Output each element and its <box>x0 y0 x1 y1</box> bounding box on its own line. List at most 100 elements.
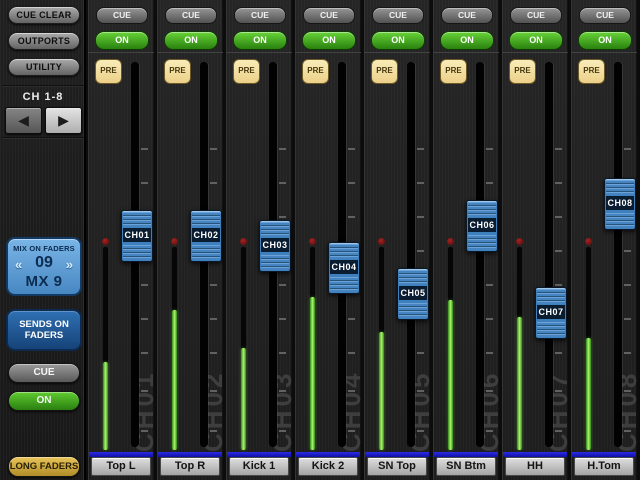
fader-tick <box>210 182 217 184</box>
channel-bank-label: CH 1-8 <box>22 91 64 103</box>
fader-scale <box>571 0 637 480</box>
fader-tick <box>279 148 286 150</box>
fader-cap[interactable]: CH05 <box>397 268 429 320</box>
fader-cap-ridges <box>399 303 427 318</box>
utility-button[interactable]: UTILITY <box>8 58 80 76</box>
fader-tick <box>417 430 424 432</box>
fader-tick <box>141 284 148 286</box>
fader-tick <box>555 430 562 432</box>
fader-cap[interactable]: CH08 <box>604 178 636 230</box>
fader-track[interactable] <box>476 62 484 447</box>
fader-tick <box>279 430 286 432</box>
fader-tick <box>141 182 148 184</box>
bank-next-button[interactable]: ▶ <box>45 107 82 134</box>
fader-cap[interactable]: CH02 <box>190 210 222 262</box>
fader-tick <box>486 352 493 354</box>
fader-scale <box>364 0 430 480</box>
sidebar-on-button[interactable]: ON <box>8 391 80 411</box>
fader-tick <box>279 284 286 286</box>
channel-strip: CUE ON PRE CH03 CH03 Kick 1 <box>226 0 292 480</box>
fader-cap-label: CH08 <box>606 196 634 210</box>
peak-indicator-dot <box>171 238 178 245</box>
fader-tick <box>348 148 355 150</box>
fader-cap[interactable]: CH07 <box>535 287 567 339</box>
fader-cap-label: CH05 <box>399 286 427 300</box>
fader-tick <box>210 390 217 392</box>
fader-tick <box>141 352 148 354</box>
peak-indicator-dot <box>516 238 523 245</box>
fader-tick <box>555 250 562 252</box>
fader-tick <box>210 318 217 320</box>
left-arrow-icon: ◀ <box>18 112 29 128</box>
fader-track[interactable] <box>614 62 622 447</box>
fader-cap-label: CH03 <box>261 238 289 252</box>
channel-name-plate[interactable]: Top L <box>91 457 151 476</box>
fader-tick <box>348 430 355 432</box>
fader-tick <box>210 430 217 432</box>
fader-tick <box>624 352 631 354</box>
channel-name-plate[interactable]: Kick 1 <box>229 457 289 476</box>
fader-tick <box>279 390 286 392</box>
channel-name-plate[interactable]: Kick 2 <box>298 457 358 476</box>
fader-cap-ridges <box>261 255 289 270</box>
fader-tick <box>348 216 355 218</box>
channel-name-plate[interactable]: SN Top <box>367 457 427 476</box>
fader-tick <box>555 182 562 184</box>
channel-name-plate[interactable]: H.Tom <box>574 457 634 476</box>
fader-tick <box>210 352 217 354</box>
fader-cap-label: CH01 <box>123 228 151 242</box>
fader-cap-ridges <box>330 244 358 259</box>
channel-strip: CUE ON PRE CH02 CH02 Top R <box>157 0 223 480</box>
outports-button[interactable]: OUTPORTS <box>8 32 80 50</box>
peak-indicator-dot <box>447 238 454 245</box>
level-meter-fill <box>172 310 177 450</box>
fader-tick <box>624 250 631 252</box>
fader-tick <box>555 390 562 392</box>
channel-name-plate[interactable]: Top R <box>160 457 220 476</box>
bank-prev-button[interactable]: ◀ <box>5 107 42 134</box>
fader-cap-label: CH04 <box>330 260 358 274</box>
peak-indicator-dot <box>378 238 385 245</box>
level-meter-fill <box>241 348 246 450</box>
fader-tick <box>141 318 148 320</box>
fader-cap-ridges <box>192 212 220 227</box>
fader-track[interactable] <box>407 62 415 447</box>
fader-cap-ridges <box>123 212 151 227</box>
long-faders-button[interactable]: LONG FADERS <box>8 456 80 477</box>
fader-tick <box>486 430 493 432</box>
fader-tick <box>624 430 631 432</box>
fader-cap-ridges <box>468 202 496 217</box>
fader-cap-ridges <box>399 270 427 285</box>
fader-cap-ridges <box>606 213 634 228</box>
channel-name-plate[interactable]: SN Btm <box>436 457 496 476</box>
peak-indicator-dot <box>585 238 592 245</box>
sends-on-faders-button[interactable]: SENDS ON FADERS <box>6 309 82 351</box>
fader-cap[interactable]: CH06 <box>466 200 498 252</box>
fader-tick <box>486 148 493 150</box>
fader-tick <box>417 182 424 184</box>
level-meter-fill <box>103 362 108 450</box>
fader-cap-label: CH07 <box>537 305 565 319</box>
channel-strip: CUE ON PRE CH01 CH01 Top L <box>88 0 154 480</box>
level-meter-fill <box>586 338 591 450</box>
fader-cap[interactable]: CH01 <box>121 210 153 262</box>
fader-cap[interactable]: CH03 <box>259 220 291 272</box>
fader-tick <box>555 216 562 218</box>
fader-cap-ridges <box>468 235 496 250</box>
fader-tick <box>417 390 424 392</box>
level-meter-fill <box>517 317 522 450</box>
mix-next-chevron-icon[interactable]: » <box>66 257 73 272</box>
fader-cap-ridges <box>537 289 565 304</box>
fader-track[interactable] <box>545 62 553 447</box>
sidebar-cue-button[interactable]: CUE <box>8 363 80 383</box>
channel-name-plate[interactable]: HH <box>505 457 565 476</box>
sidebar-divider <box>2 137 84 139</box>
level-meter-fill <box>310 297 315 450</box>
cue-clear-button[interactable]: CUE CLEAR <box>8 6 80 24</box>
mix-on-faders-panel[interactable]: MIX ON FADERS « 09 » MX 9 <box>6 237 82 296</box>
fader-tick <box>417 352 424 354</box>
fader-tick <box>486 318 493 320</box>
fader-cap[interactable]: CH04 <box>328 242 360 294</box>
channel-strip: CUE ON PRE CH04 CH04 Kick 2 <box>295 0 361 480</box>
fader-cap-ridges <box>537 322 565 337</box>
